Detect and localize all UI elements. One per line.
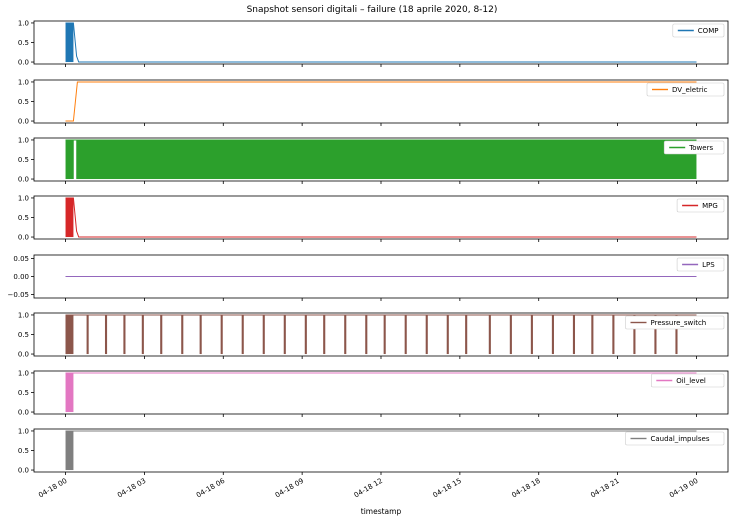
panels: 0.0 0.5 1.0 COMP 0.0 0.5 1.0 DV_eletric 0.0 0.5 1.…	[8, 19, 729, 475]
series-pulse	[591, 314, 594, 355]
y-tick-label: 0.0	[18, 467, 29, 475]
y-tick-label: 0.5	[18, 389, 29, 397]
panel-towers: 0.0 0.5 1.0 Towers	[18, 136, 729, 184]
series-pulse	[104, 314, 108, 355]
x-tick-label: 04-19 00	[668, 477, 699, 500]
legend-label: Oil_level	[676, 377, 706, 385]
series-pulse	[488, 314, 491, 355]
axes-frame	[33, 428, 729, 473]
series-pulse	[86, 314, 89, 355]
x-tick-label: 04-18 12	[353, 477, 384, 500]
y-tick-label: 0.05	[13, 255, 29, 263]
series-pulse	[220, 314, 223, 355]
y-tick-label: 0.0	[18, 176, 29, 184]
x-axis: 04-18 00 04-18 03 04-18 06 04-18 09 04-18 12…	[37, 64, 699, 499]
y-tick-label: 0.0	[18, 409, 29, 417]
series-fill	[65, 372, 74, 413]
figure: Snapshot sensori digitali – failure (18 …	[8, 5, 729, 516]
legend-label: LPS	[702, 261, 715, 269]
axes-frame	[33, 312, 729, 357]
series-pulse	[404, 314, 407, 355]
panel-dv-eletric: 0.0 0.5 1.0 DV_eletric	[18, 78, 729, 126]
y-tick-label: 1.0	[18, 194, 29, 202]
y-tick-label: 0.5	[18, 447, 29, 455]
x-tick-label: 04-18 21	[589, 477, 620, 500]
y-tick-label: 1.0	[18, 427, 29, 435]
x-tick-label: 04-18 03	[116, 477, 147, 500]
y-tick-label: 1.0	[18, 19, 29, 27]
series-pulse	[141, 314, 144, 355]
x-tick-label: 04-18 06	[195, 477, 227, 500]
x-tick-label: 04-18 18	[510, 477, 541, 500]
series-pulse	[446, 314, 449, 355]
series-line	[65, 81, 697, 122]
y-tick-label: 0.0	[18, 118, 29, 126]
legend-label: COMP	[698, 27, 719, 35]
series-pulse	[530, 314, 533, 355]
series-pulse	[304, 314, 307, 355]
axes-frame	[33, 20, 729, 65]
panel-comp: 0.0 0.5 1.0 COMP	[18, 19, 729, 67]
series-pulse	[509, 314, 512, 355]
x-tick-label: 04-18 09	[274, 477, 305, 500]
axes-frame	[33, 195, 729, 240]
y-tick-label: 0.00	[13, 273, 29, 281]
series-fill	[65, 430, 74, 471]
axes-frame	[33, 79, 729, 124]
panel-pressure-switch: 0.0 0.5 1.0 Pressure_switch	[18, 311, 729, 359]
y-tick-label: 0.5	[18, 98, 29, 106]
y-tick-label: 1.0	[18, 369, 29, 377]
series-fill	[65, 139, 74, 180]
y-tick-label: 0.0	[18, 234, 29, 242]
series-pulse	[365, 314, 368, 355]
series-pulse	[425, 314, 428, 355]
y-tick-label: 1.0	[18, 78, 29, 86]
series-pulse	[241, 314, 244, 355]
series-fill	[65, 197, 74, 238]
x-tick-label: 04-18 00	[37, 477, 68, 500]
y-tick-label: 0.5	[18, 331, 29, 339]
y-tick-label: 0.0	[18, 351, 29, 359]
legend-label: DV_eletric	[672, 86, 708, 94]
y-tick-label: −0.05	[8, 291, 29, 299]
series-pulse	[572, 314, 576, 355]
legend-label: Pressure_switch	[651, 319, 707, 327]
panel-caudal-impulses: 0.0 0.5 1.0 Caudal_impulses	[18, 427, 729, 475]
series-fill	[65, 22, 74, 63]
series-line	[65, 197, 697, 238]
series-pulse	[323, 314, 326, 355]
series-pulse	[612, 314, 615, 355]
y-tick-label: 1.0	[18, 136, 29, 144]
y-tick-label: 0.5	[18, 156, 29, 164]
series-fill	[76, 139, 697, 180]
series-pulse	[465, 314, 468, 355]
panel-oil-level: 0.0 0.5 1.0 Oil_level	[18, 369, 729, 417]
series-pulse	[551, 314, 554, 355]
series-pulse	[283, 314, 286, 355]
legend-label: MPG	[702, 202, 718, 210]
y-tick-label: 0.5	[18, 39, 29, 47]
series-pulse	[262, 314, 265, 355]
panel-lps: −0.05 0.00 0.05 LPS	[8, 254, 729, 299]
series-pulse	[383, 314, 386, 355]
series-pulse	[181, 314, 184, 355]
series-pulse	[123, 314, 126, 355]
legend-label: Caudal_impulses	[651, 435, 710, 443]
x-axis-label: timestamp	[361, 507, 402, 516]
y-tick-label: 1.0	[18, 311, 29, 319]
y-tick-label: 0.5	[18, 214, 29, 222]
series-pulse	[65, 314, 68, 355]
series-line	[65, 22, 697, 63]
panel-mpg: 0.0 0.5 1.0 MPG	[18, 194, 729, 242]
axes-frame	[33, 370, 729, 415]
x-tick-label: 04-18 15	[432, 477, 463, 500]
chart-title: Snapshot sensori digitali – failure (18 …	[247, 5, 498, 15]
series-pulse	[160, 314, 163, 355]
series-pulse	[344, 314, 347, 355]
y-tick-label: 0.0	[18, 59, 29, 67]
series-pulse	[199, 314, 202, 355]
legend-label: Towers	[688, 144, 713, 152]
